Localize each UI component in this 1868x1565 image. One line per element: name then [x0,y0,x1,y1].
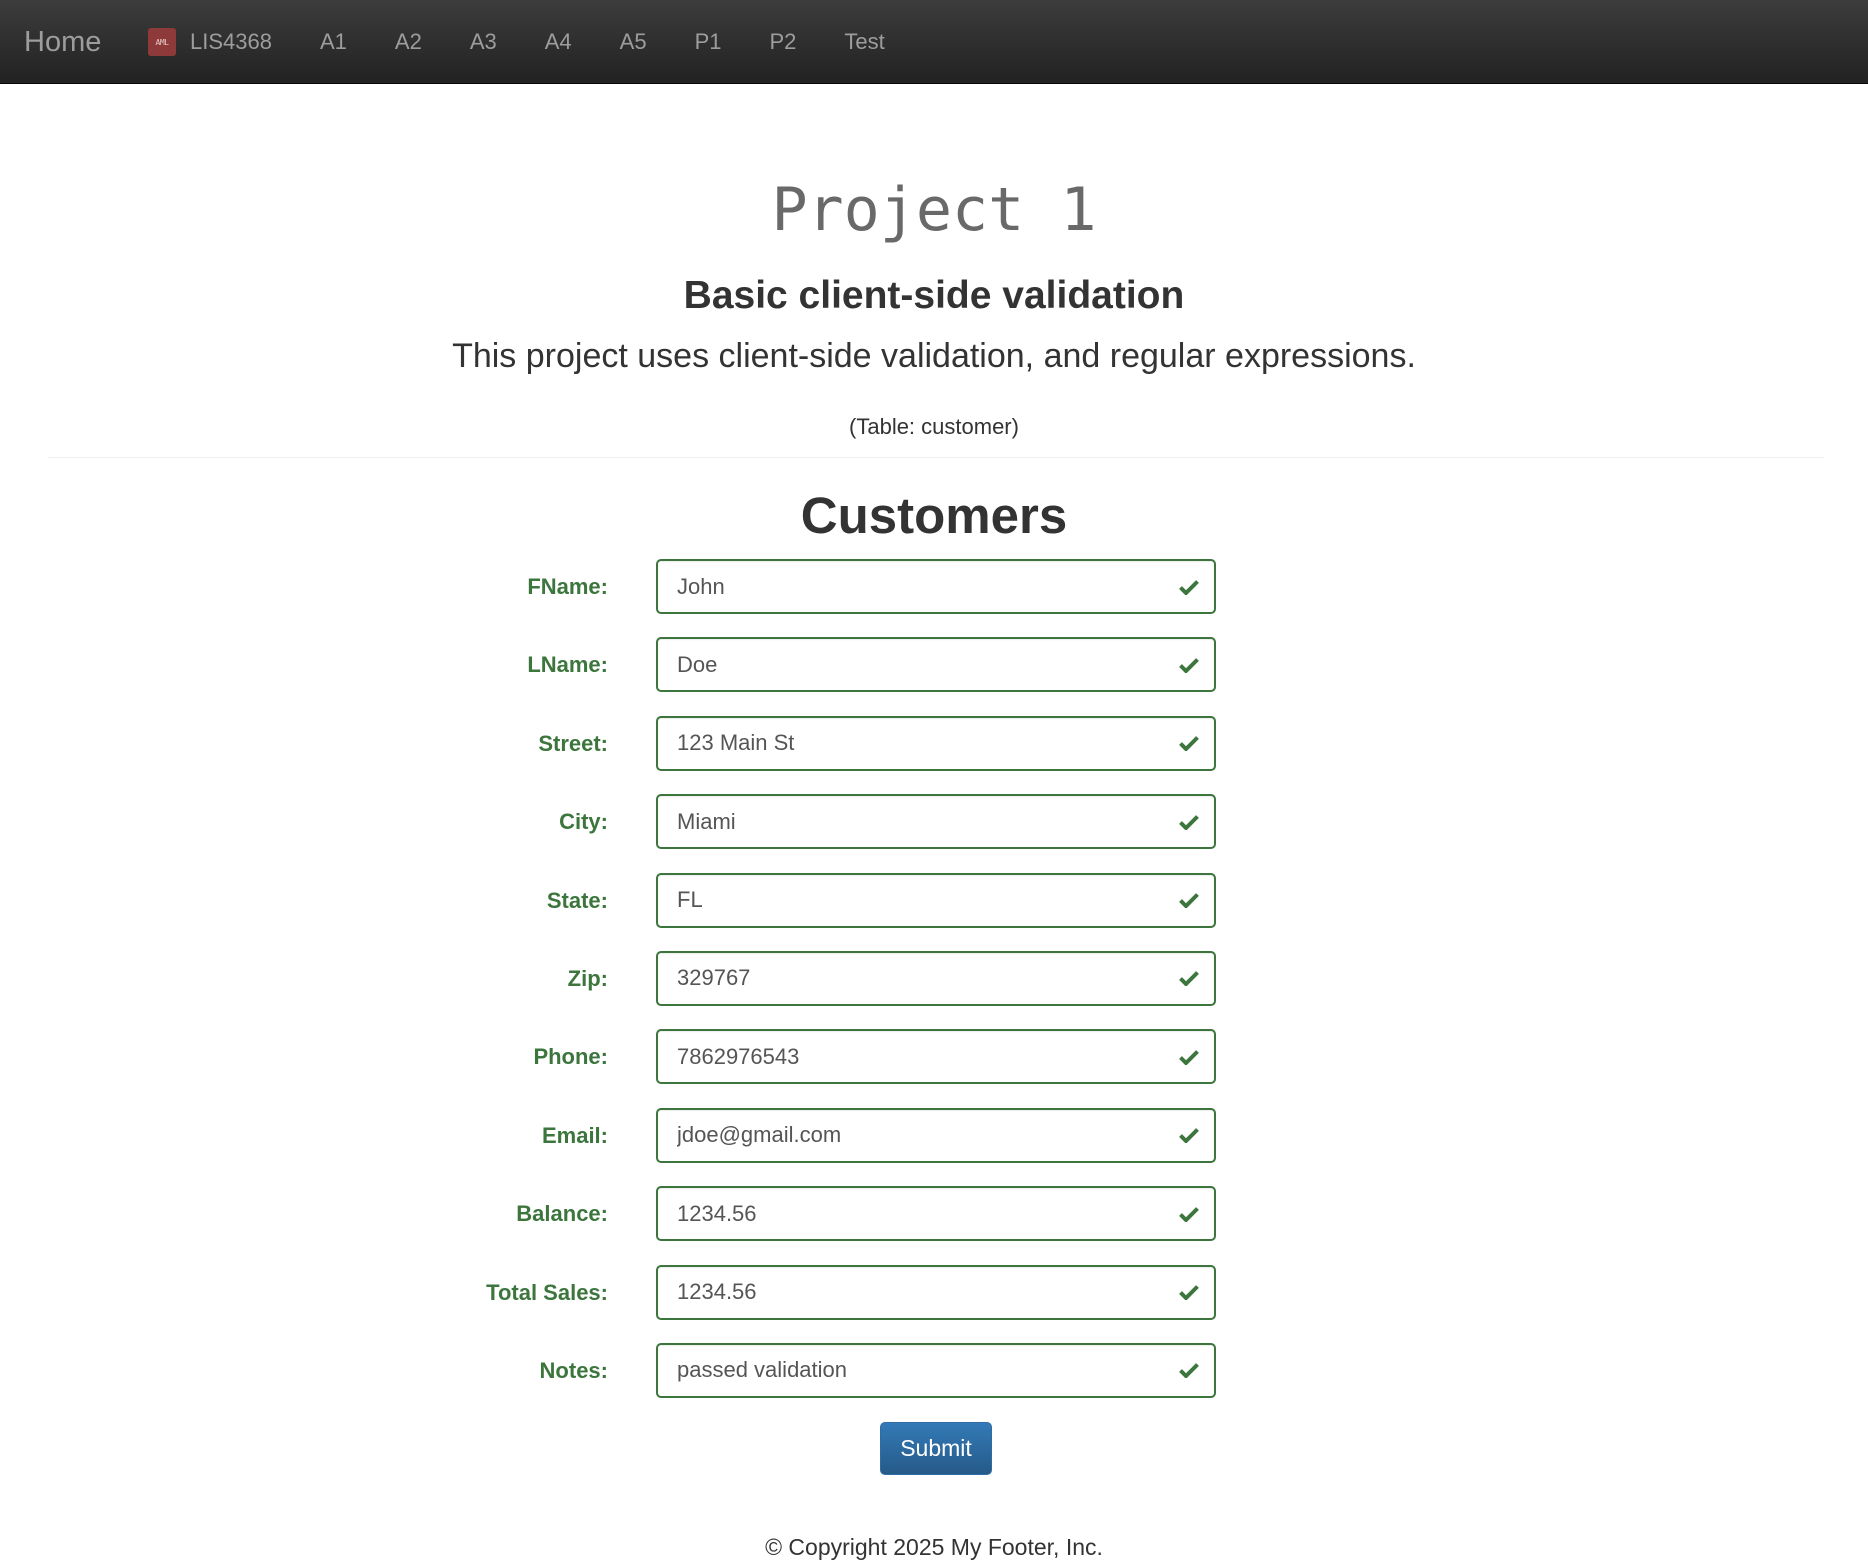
form-row-zip: Zip: [0,950,1868,1006]
email-label: Email: [541,1122,608,1148]
phone-label: Phone: [533,1044,608,1070]
form-row-street: Street: [0,715,1868,771]
nav-item-p1[interactable]: P1 [695,29,722,55]
checkmark-icon [1178,873,1200,928]
notes-label: Notes: [539,1357,608,1383]
page-lead-text: This project uses client-side validation… [452,337,1416,375]
lname-label: LName: [527,652,608,678]
checkmark-icon [1178,1265,1200,1320]
form-row-phone: Phone: [0,1029,1868,1085]
customer-form: FName: LName: Street: City: State: Zip: … [0,559,1868,1421]
home-link[interactable]: Home [24,0,101,84]
fname-input[interactable] [656,559,1216,614]
checkmark-icon [1178,1108,1200,1163]
street-input[interactable] [656,715,1216,771]
form-row-total-sales: Total Sales: [0,1264,1868,1320]
nav-item-a5[interactable]: A5 [620,29,647,55]
total-sales-label: Total Sales: [486,1279,608,1305]
fname-label: FName: [527,574,608,599]
form-row-city: City: [0,794,1868,850]
form-row-notes: Notes: [0,1342,1868,1398]
nav-menu: AML LIS4368 A1 A2 A3 A4 A5 P1 P2 Test [148,0,933,84]
table-note: (Table: customer) [849,414,1019,439]
state-input[interactable] [656,872,1216,928]
form-heading: Customers [800,487,1068,544]
nav-item-lis4368[interactable]: AML LIS4368 [148,28,272,56]
form-row-state: State: [0,872,1868,928]
checkmark-icon [1178,1186,1200,1241]
form-row-fname: FName: [0,559,1868,614]
phone-input[interactable] [656,1029,1216,1085]
notes-input[interactable] [656,1342,1216,1398]
state-label: State: [546,887,608,913]
zip-input[interactable] [656,950,1216,1006]
nav-item-test[interactable]: Test [844,29,884,55]
page-subtitle: Basic client-side validation [683,274,1185,317]
checkmark-icon [1178,637,1200,692]
checkmark-icon [1178,794,1200,849]
nav-item-a2[interactable]: A2 [395,29,422,55]
city-label: City: [559,809,608,835]
checkmark-icon [1178,559,1200,614]
nav-item-label: LIS4368 [190,29,272,54]
city-input[interactable] [656,794,1216,850]
course-logo-icon: AML [148,28,176,56]
lname-input[interactable] [656,637,1216,693]
zip-label: Zip: [567,965,608,991]
checkmark-icon [1178,951,1200,1006]
page-title: Project 1 [771,175,1097,245]
form-row-email: Email: [0,1107,1868,1163]
checkmark-icon [1178,1343,1200,1398]
header-divider [48,457,1824,458]
balance-input[interactable] [656,1186,1216,1242]
nav-item-a1[interactable]: A1 [320,29,347,55]
submit-button[interactable]: Submit [880,1422,992,1475]
balance-label: Balance: [516,1201,608,1227]
street-label: Street: [538,730,608,756]
total-sales-input[interactable] [656,1264,1216,1320]
navbar: Home AML LIS4368 A1 A2 A3 A4 A5 P1 P2 Te… [0,0,1868,84]
checkmark-icon [1178,1029,1200,1084]
nav-item-a3[interactable]: A3 [470,29,497,55]
checkmark-icon [1178,716,1200,771]
email-input[interactable] [656,1107,1216,1163]
nav-item-a4[interactable]: A4 [545,29,572,55]
form-row-lname: LName: [0,637,1868,693]
form-row-balance: Balance: [0,1186,1868,1242]
nav-item-p2[interactable]: P2 [770,29,797,55]
footer-copyright: © Copyright 2025 My Footer, Inc. [765,1534,1103,1560]
